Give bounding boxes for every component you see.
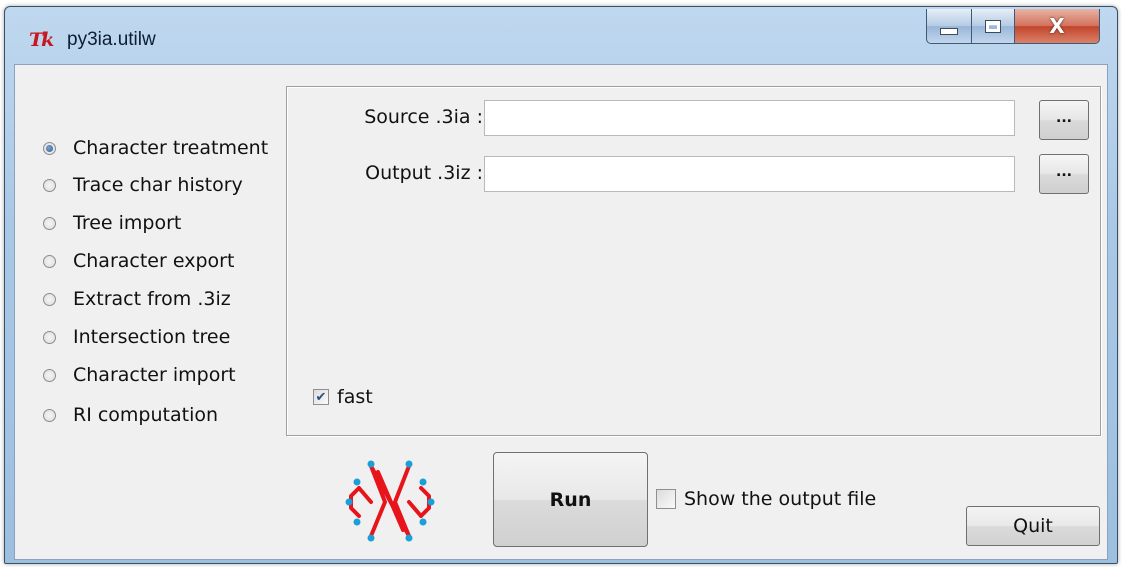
program-logo-icon <box>345 460 435 542</box>
maximize-button[interactable] <box>971 9 1015 44</box>
title-bar[interactable]: Tk py3ia.utilw X <box>5 7 1117 63</box>
radio-button[interactable] <box>43 292 56 306</box>
show-output-checkbox[interactable] <box>656 489 676 509</box>
close-button[interactable]: X <box>1014 9 1100 44</box>
radio-label: Tree import <box>73 212 182 234</box>
radio-label: Trace char history <box>73 174 243 196</box>
run-label: Run <box>549 488 592 511</box>
radio-label: Character import <box>73 364 236 386</box>
radio-character-treatment[interactable]: Character treatment <box>43 133 268 163</box>
fast-label: fast <box>337 386 373 408</box>
radio-trace-char-history[interactable]: Trace char history <box>43 170 243 200</box>
window-title: py3ia.utilw <box>67 29 156 50</box>
radio-label: RI computation <box>73 404 219 426</box>
source-input[interactable] <box>484 100 1015 136</box>
radio-character-export[interactable]: Character export <box>43 246 234 276</box>
fast-checkbox[interactable]: ✔ <box>313 389 329 405</box>
radio-label: Character treatment <box>73 137 269 159</box>
app-window: Tk py3ia.utilw X Character treatment Tra… <box>4 6 1118 564</box>
parameters-panel: Source .3ia : ... Output .3iz : ... ✔ fa… <box>286 86 1101 436</box>
show-output-label: Show the output file <box>684 488 877 510</box>
fast-option[interactable]: ✔ fast <box>313 386 373 408</box>
client-area: Character treatment Trace char history T… <box>14 64 1108 560</box>
output-input[interactable] <box>484 156 1015 192</box>
radio-label: Character export <box>73 250 235 272</box>
source-browse-button[interactable]: ... <box>1039 100 1089 140</box>
radio-button[interactable] <box>43 216 56 230</box>
radio-button[interactable] <box>43 254 56 268</box>
radio-tree-import[interactable]: Tree import <box>43 208 181 238</box>
source-label: Source .3ia : <box>364 106 483 128</box>
output-label: Output .3iz : <box>365 162 483 184</box>
run-button[interactable]: Run <box>493 452 648 547</box>
quit-button[interactable]: Quit <box>966 506 1100 546</box>
quit-label: Quit <box>1013 515 1053 537</box>
radio-ri-computation[interactable]: RI computation <box>43 400 218 430</box>
minimize-icon <box>940 27 958 35</box>
radio-button[interactable] <box>43 178 56 192</box>
close-icon: X <box>1049 14 1065 38</box>
radio-intersection-tree[interactable]: Intersection tree <box>43 322 230 352</box>
minimize-button[interactable] <box>926 9 972 44</box>
tk-app-icon: Tk <box>29 29 54 51</box>
radio-extract-from-3iz[interactable]: Extract from .3iz <box>43 284 231 314</box>
radio-character-import[interactable]: Character import <box>43 360 236 390</box>
show-output-option[interactable]: Show the output file <box>656 488 876 510</box>
radio-button[interactable] <box>43 368 56 382</box>
radio-button[interactable] <box>43 408 56 422</box>
radio-button[interactable] <box>43 330 56 344</box>
browse-label: ... <box>1056 164 1072 180</box>
radio-label: Extract from .3iz <box>73 288 231 310</box>
maximize-icon <box>985 19 1001 33</box>
radio-button[interactable] <box>43 141 56 155</box>
radio-label: Intersection tree <box>73 326 231 348</box>
output-browse-button[interactable]: ... <box>1039 154 1089 194</box>
browse-label: ... <box>1056 110 1072 126</box>
